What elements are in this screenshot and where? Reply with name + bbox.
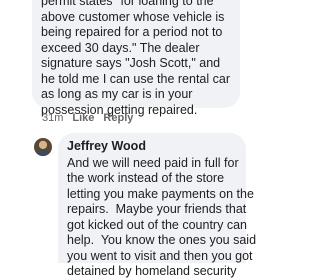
comment-timestamp[interactable]: 31m (42, 112, 63, 124)
comment-author[interactable]: Jeffrey Wood (67, 139, 238, 155)
reply-text: And we will need paid in full for the wo… (67, 155, 257, 279)
avatar-figure (36, 149, 50, 156)
reply-bubble: Jeffrey Wood And we will need paid in fu… (58, 133, 256, 278)
avatar[interactable] (34, 138, 52, 156)
reply-button[interactable]: Reply (103, 112, 133, 124)
comment-actions: 31m Like Reply (42, 112, 133, 124)
comment-bubble: permit states "for loaning to the above … (32, 0, 240, 117)
comment-text: permit states "for loaning to the above … (41, 0, 230, 117)
like-button[interactable]: Like (72, 112, 94, 124)
